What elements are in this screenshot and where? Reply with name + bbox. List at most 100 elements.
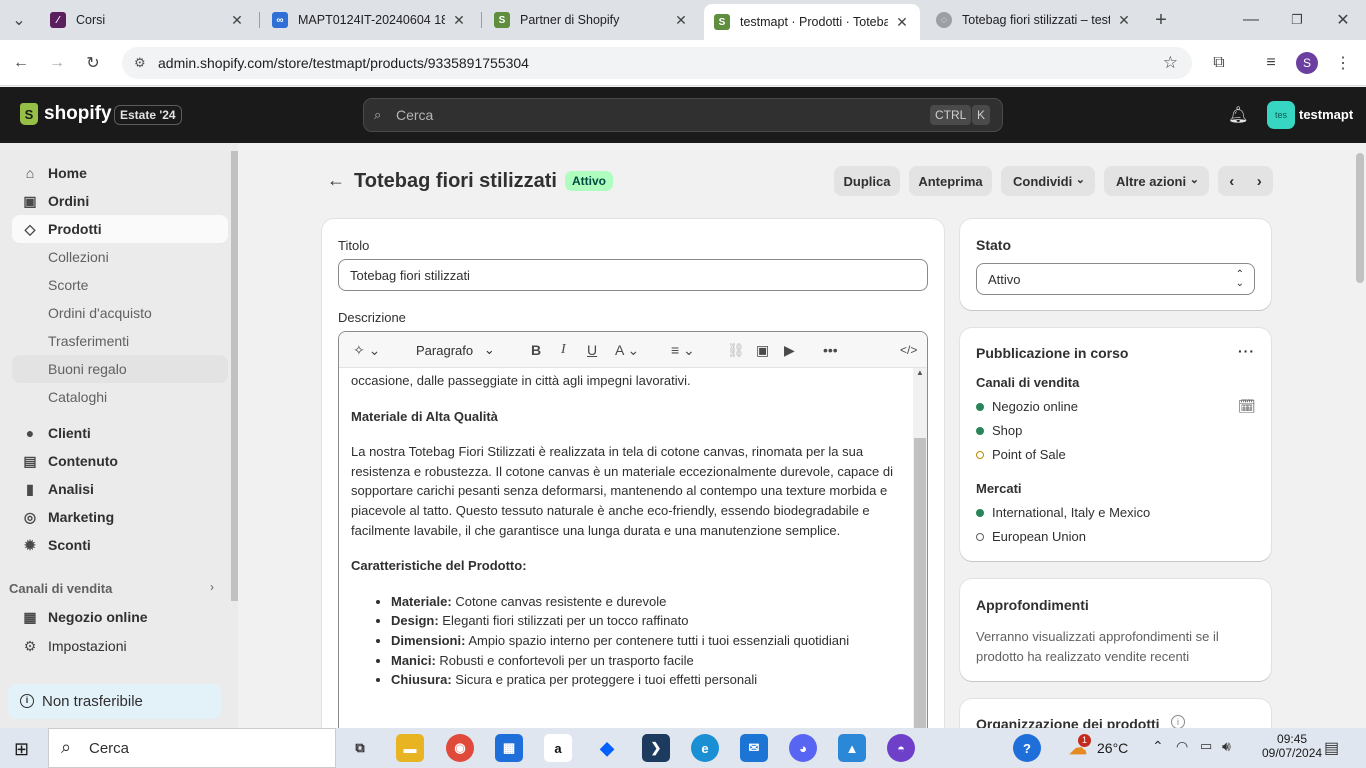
dropbox-icon[interactable]: ◆ <box>593 734 621 762</box>
share-button[interactable]: Condividi ⌄ <box>1001 166 1095 196</box>
underline-icon[interactable]: U <box>587 340 597 360</box>
minimize-icon[interactable]: — <box>1238 7 1264 33</box>
back-arrow-icon[interactable]: ← <box>327 170 345 191</box>
nav-transfers[interactable]: Trasferimenti <box>12 327 228 355</box>
close-tab-icon[interactable]: ✕ <box>673 12 689 29</box>
new-tab-icon[interactable]: + <box>1148 7 1174 33</box>
nav-online-store[interactable]: ▦ Negozio online <box>12 603 228 631</box>
discord-icon[interactable]: ◕ <box>789 734 817 762</box>
battery-icon[interactable]: ▭ <box>1200 738 1212 754</box>
nav-products[interactable]: ◇ Prodotti <box>12 215 228 243</box>
more-actions-button[interactable]: Altre azioni ⌄ <box>1104 166 1209 196</box>
browser-tab-products[interactable]: S testmapt · Prodotti · Totebag ✕ <box>704 4 920 40</box>
task-view-icon[interactable]: ⧉ <box>346 734 374 762</box>
scroll-thumb[interactable] <box>914 438 926 730</box>
nav-marketing[interactable]: ◎ Marketing <box>12 503 228 531</box>
browser-tab-mapt[interactable]: ∞ MAPT0124IT-20240604 1855 ✕ <box>262 4 477 36</box>
nav-inventory[interactable]: Scorte <box>12 271 228 299</box>
duplicate-button[interactable]: Duplica <box>834 166 900 196</box>
sidebar-scrollbar[interactable] <box>231 151 238 601</box>
ai-magic-icon[interactable]: ✧ ⌄ <box>353 340 380 360</box>
store-icon[interactable]: ▦ <box>495 734 523 762</box>
html-code-icon[interactable]: </> <box>900 340 917 360</box>
preview-button[interactable]: Anteprima <box>909 166 992 196</box>
notifications-bell-icon[interactable]: 🔔︎ <box>1228 105 1248 125</box>
restore-icon[interactable]: ❐ <box>1284 7 1310 33</box>
chrome-icon[interactable]: ◉ <box>446 734 474 762</box>
windows-start-icon[interactable]: ⊞ <box>14 739 29 760</box>
mail-icon[interactable]: ✉ <box>740 734 768 762</box>
edition-badge[interactable]: Estate '24 <box>114 105 182 125</box>
nav-purchase-orders[interactable]: Ordini d'acquisto <box>12 299 228 327</box>
status-select[interactable]: Attivo ⌃ ⌄ <box>976 263 1255 295</box>
browser-tab-storefront[interactable]: ◌ Totebag fiori stilizzati – testm ✕ <box>926 4 1142 36</box>
edge-icon[interactable]: e <box>691 734 719 762</box>
chevron-right-icon[interactable]: › <box>210 580 214 594</box>
temperature[interactable]: 26°C <box>1097 740 1128 756</box>
nav-content[interactable]: ▤ Contenuto <box>12 447 228 475</box>
browser-menu-icon[interactable]: ⋮ <box>1330 50 1356 76</box>
taskbar-search-box[interactable]: ⌕ Cerca <box>48 728 336 768</box>
title-input[interactable]: Totebag fiori stilizzati <box>338 259 928 291</box>
nav-gift-cards[interactable]: Buoni regalo <box>12 355 228 383</box>
shopify-logo[interactable]: S shopify <box>20 103 112 125</box>
store-avatar[interactable]: tes <box>1267 101 1295 129</box>
photos-icon[interactable]: ▲ <box>838 734 866 762</box>
align-icon[interactable]: ≡ ⌄ <box>671 340 695 360</box>
browser-tab-partner[interactable]: S Partner di Shopify ✕ <box>484 4 699 36</box>
file-explorer-icon[interactable]: ▬ <box>396 734 424 762</box>
info-icon[interactable]: i <box>1171 715 1185 729</box>
bold-icon[interactable]: B <box>531 340 541 360</box>
nav-collections[interactable]: Collezioni <box>12 243 228 271</box>
editor-scrollbar[interactable]: ▲ <box>913 368 927 730</box>
global-search-input[interactable]: ⌕ Cerca CTRL K <box>363 98 1003 132</box>
bookmark-star-icon[interactable]: ☆ <box>1163 53 1178 73</box>
extensions-icon[interactable]: ⧉ <box>1206 50 1232 76</box>
store-name[interactable]: testmapt <box>1299 107 1353 122</box>
media-control-icon[interactable]: ≡ <box>1258 50 1284 76</box>
nav-customers[interactable]: ● Clienti <box>12 419 228 447</box>
nav-analytics[interactable]: ▮ Analisi <box>12 475 228 503</box>
page-scrollbar[interactable] <box>1354 143 1366 728</box>
close-tab-icon[interactable]: ✕ <box>451 12 467 29</box>
description-editor[interactable]: ✧ ⌄ Paragrafo ⌄ B I U A ⌄ ≡ ⌄ ⛓ ▣ ▶ ••• … <box>338 331 928 731</box>
next-product-icon[interactable]: › <box>1257 173 1262 190</box>
hidden-icons-chevron-icon[interactable]: ⌃ <box>1152 738 1164 755</box>
close-window-icon[interactable]: ✕ <box>1330 7 1356 33</box>
link-icon[interactable]: ⛓ <box>727 340 745 360</box>
more-options-icon[interactable]: ··· <box>1238 343 1255 359</box>
nav-discounts[interactable]: ✹ Sconti <box>12 531 228 559</box>
sales-channels-heading[interactable]: Canali di vendita <box>9 581 112 596</box>
back-icon[interactable]: ← <box>8 50 34 76</box>
paragraph-select[interactable]: Paragrafo ⌄ <box>416 340 495 360</box>
reload-icon[interactable]: ↻ <box>80 50 106 76</box>
scroll-up-icon[interactable]: ▲ <box>913 368 927 380</box>
help-icon[interactable]: ? <box>1013 734 1041 762</box>
profile-avatar[interactable]: S <box>1296 52 1318 74</box>
amazon-icon[interactable]: a <box>544 734 572 762</box>
close-tab-icon[interactable]: ✕ <box>1116 12 1132 29</box>
nav-home[interactable]: ⌂ Home <box>12 159 228 187</box>
page-scroll-thumb[interactable] <box>1356 153 1364 283</box>
powershell-icon[interactable]: ❯ <box>642 734 670 762</box>
close-tab-icon[interactable]: ✕ <box>894 14 910 31</box>
image-icon[interactable]: ▣ <box>756 340 769 360</box>
nav-catalogs[interactable]: Cataloghi <box>12 383 228 411</box>
text-color-icon[interactable]: A ⌄ <box>615 340 639 360</box>
tab-search-icon[interactable]: ⌄ <box>6 7 32 33</box>
notifications-center-icon[interactable]: ▤ <box>1324 738 1339 758</box>
forward-icon[interactable]: → <box>44 50 70 76</box>
italic-icon[interactable]: I <box>561 340 566 360</box>
more-formatting-icon[interactable]: ••• <box>823 340 838 360</box>
clock[interactable]: 09:45 09/07/2024 <box>1262 732 1322 760</box>
nav-settings[interactable]: ⚙ Impostazioni <box>12 632 228 660</box>
volume-icon[interactable]: 🔊︎ <box>1222 738 1231 755</box>
description-content[interactable]: occasione, dalle passeggiate in città ag… <box>351 368 911 690</box>
close-tab-icon[interactable]: ✕ <box>229 12 245 29</box>
github-desktop-icon[interactable]: ◓ <box>887 734 915 762</box>
url-field[interactable]: ⚙ admin.shopify.com/store/testmapt/produ… <box>122 47 1192 79</box>
browser-tab-corsi[interactable]: ⁄ Corsi ✕ <box>40 4 255 36</box>
previous-product-icon[interactable]: ‹ <box>1229 173 1234 190</box>
nav-orders[interactable]: ▣ Ordini <box>12 187 228 215</box>
wifi-icon[interactable]: ◠ <box>1176 738 1188 755</box>
